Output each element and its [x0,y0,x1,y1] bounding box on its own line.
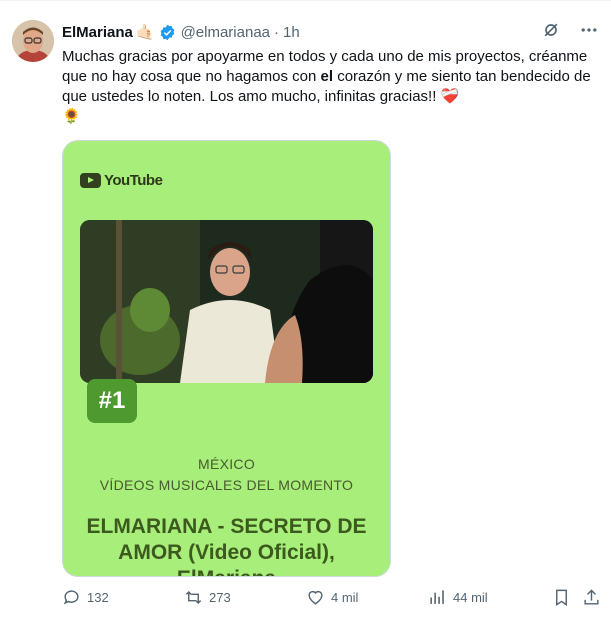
views-icon [430,590,444,604]
sunflower-emoji: 🌻 [62,108,81,125]
category-label: VÍDEOS MUSICALES DEL MOMENTO [99,477,354,493]
grok-icon[interactable] [541,20,561,40]
avatar-image [12,20,54,62]
media-card[interactable]: YouTube #1 MÉXICO VÍDEOS MUSICALES DEL M… [62,140,391,577]
handle[interactable]: @elmarianaa [181,24,270,41]
repost-button[interactable]: 273 [184,588,231,607]
avatar[interactable] [12,20,54,62]
video-thumbnail[interactable] [80,220,373,383]
more-icon[interactable] [579,20,599,40]
views-button[interactable]: 44 mil [428,588,488,607]
rank-badge: #1 [87,379,137,423]
repost-count: 273 [209,590,231,605]
song-title: ELMARIANA - SECRETO DE AMOR (Video Ofici… [86,515,367,576]
timestamp[interactable]: 1h [283,24,300,41]
action-bar: 132 273 4 mil 44 mil [62,588,602,610]
bookmark-icon [556,589,567,606]
like-count: 4 mil [331,590,359,605]
video-still [80,220,373,383]
country-label: MÉXICO [197,456,256,472]
like-icon [308,590,323,605]
reply-button[interactable]: 132 [62,588,109,607]
verified-badge-icon [160,24,174,40]
repost-icon [185,590,202,605]
tweet-text-bold: el [320,68,334,85]
share-button[interactable] [582,588,601,607]
share-icon [584,589,599,605]
display-name[interactable]: ElMariana [62,24,133,41]
youtube-brand: YouTube [104,172,163,189]
like-button[interactable]: 4 mil [306,588,358,607]
reply-icon [63,590,79,605]
separator: · [274,23,279,41]
tweet-header: ElMariana 🤙🏻 @elmarianaa · 1h [62,22,300,42]
youtube-logo: YouTube [80,172,163,189]
hand-emoji: 🤙🏻 [135,24,155,41]
bookmark-button[interactable] [552,588,571,607]
tweet-text: Muchas gracias por apoyarme en todos y c… [62,47,597,127]
youtube-play-icon [80,173,101,188]
divider [0,0,611,1]
view-count: 44 mil [453,590,488,605]
reply-count: 132 [87,590,109,605]
